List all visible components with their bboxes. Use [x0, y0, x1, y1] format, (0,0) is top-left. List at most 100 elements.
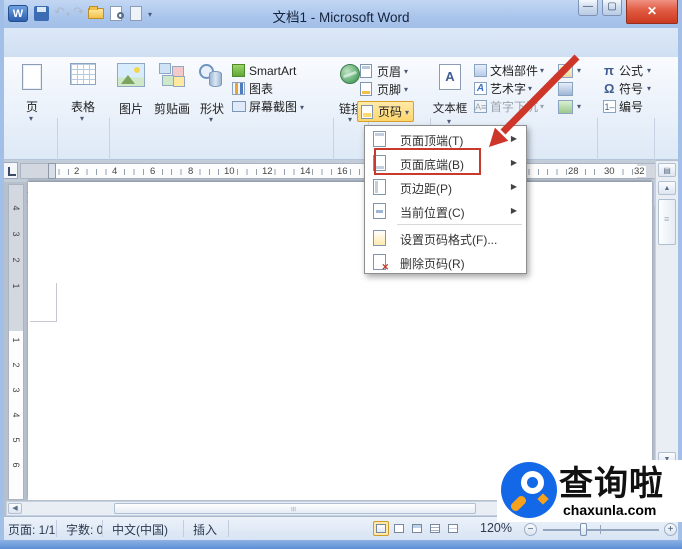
table-button[interactable]: 表格 ▾	[60, 62, 106, 123]
chart-button[interactable]: 图表	[232, 81, 332, 97]
ruler-margin-left	[21, 164, 48, 178]
shapes-button[interactable]: 形状 ▾	[194, 62, 230, 124]
scrollbar-thumb[interactable]	[114, 503, 476, 514]
qat-customize-dropdown-icon[interactable]: ▾	[148, 11, 152, 19]
menu-item-remove-page-numbers[interactable]: 删除页码(R)	[366, 250, 525, 274]
pi-icon: π	[604, 63, 614, 78]
undo-dropdown-icon[interactable]: ▾	[66, 11, 70, 19]
menu-item-page-margins[interactable]: 页边距(P) ▶	[366, 175, 525, 199]
menu-item-current-position[interactable]: 当前位置(C) ▶	[366, 199, 525, 223]
current-position-icon	[373, 203, 386, 219]
status-word-count[interactable]: 字数: 0	[66, 521, 103, 538]
zoom-in-button[interactable]: +	[664, 523, 677, 536]
footer-label: 页脚	[377, 83, 402, 97]
open-button[interactable]	[88, 6, 104, 19]
outline-view-button[interactable]	[427, 521, 443, 536]
chevron-down-icon: ▾	[348, 115, 353, 124]
ruler-number: 16	[336, 166, 349, 177]
ribbon-tab-row: 文件 开始 插入 页面布局 引用 邮件 审阅 视图 开发工具 加载项 ^ ?	[0, 28, 682, 85]
status-page-count[interactable]: 页面: 1/1	[8, 521, 55, 538]
status-language[interactable]: 中文(中国)	[112, 521, 168, 538]
textbox-icon: A	[439, 64, 461, 90]
scrollbar-thumb[interactable]	[658, 199, 676, 245]
zoom-slider-thumb[interactable]	[580, 523, 587, 536]
ruler-number: 10	[223, 166, 236, 177]
header-label: 页眉	[377, 65, 402, 79]
menu-item-label: 页边距(P)	[400, 182, 452, 196]
horizontal-ruler[interactable]: 2 4 6 8 10 12 14 16 28 30 32 34	[20, 163, 668, 179]
status-insert-mode[interactable]: 插入	[193, 521, 217, 538]
zoom-out-button[interactable]: −	[524, 523, 537, 536]
menu-item-format-page-numbers[interactable]: 设置页码格式(F)...	[366, 226, 525, 250]
redo-button[interactable]: ↷	[73, 4, 84, 20]
close-button[interactable]: ✕	[626, 0, 678, 24]
status-separator	[102, 520, 103, 537]
ruler-number: 5	[11, 437, 21, 443]
maximize-button[interactable]: ▢	[602, 0, 622, 16]
footer-icon	[360, 82, 372, 96]
tab-stop-selector[interactable]	[3, 162, 18, 179]
cylinder-shape-icon	[209, 71, 222, 87]
header-button[interactable]: 页眉 ▾	[358, 64, 414, 80]
word-logo-icon[interactable]: W	[8, 5, 28, 22]
omega-icon: Ω	[604, 81, 615, 96]
object-button[interactable]: ▾	[558, 99, 588, 115]
print-layout-view-button[interactable]	[373, 521, 389, 536]
chevron-down-icon: ▾	[577, 102, 582, 111]
numbering-icon: 1–	[603, 100, 616, 113]
zoom-slider-track[interactable]	[543, 529, 659, 531]
fullscreen-reading-icon	[394, 524, 404, 533]
ruler-number: 2	[73, 166, 81, 177]
ruler-number: 28	[567, 166, 580, 177]
date-time-button[interactable]	[558, 81, 588, 97]
numbering-label: 编号	[619, 100, 644, 114]
textbox-button[interactable]: A 文本框 ▾	[432, 62, 468, 126]
chevron-down-icon: ▾	[540, 66, 545, 75]
picture-button[interactable]: 图片	[112, 62, 150, 120]
zoom-level[interactable]: 120%	[480, 521, 512, 535]
undo-button[interactable]: ↶	[54, 4, 65, 20]
page-number-label: 页码	[378, 105, 403, 119]
header-icon	[360, 64, 372, 78]
save-button[interactable]	[34, 6, 49, 21]
footer-button[interactable]: 页脚 ▾	[358, 82, 414, 98]
web-layout-view-button[interactable]	[409, 521, 425, 536]
watermark-brand: 查询啦	[559, 464, 664, 504]
quick-parts-label: 文档部件	[490, 64, 539, 78]
wordart-button[interactable]: A 艺术字 ▾	[474, 81, 554, 97]
chevron-down-icon: ▾	[577, 66, 582, 75]
page-number-button[interactable]: 页码 ▾	[357, 101, 414, 122]
scroll-left-button[interactable]: ◀	[8, 503, 22, 514]
draft-view-button[interactable]	[445, 521, 461, 536]
globe-link-icon	[340, 64, 360, 84]
vertical-ruler[interactable]: 4 3 2 1 1 2 3 4 5 6	[8, 184, 24, 500]
quick-print-button[interactable]	[130, 6, 142, 21]
signature-line-button[interactable]: ▾	[558, 63, 588, 79]
status-separator	[183, 520, 184, 537]
smartart-label: SmartArt	[249, 64, 297, 78]
chevron-down-icon: ▾	[528, 84, 533, 93]
menu-item-label: 设置页码格式(F)...	[400, 233, 498, 247]
screenshot-button[interactable]: 屏幕截图 ▾	[232, 99, 332, 115]
ruler-toggle-button[interactable]: ▤	[658, 163, 676, 177]
table-button-label: 表格	[70, 100, 95, 114]
object-icon	[558, 100, 573, 114]
fullscreen-reading-view-button[interactable]	[391, 521, 407, 536]
symbol-label: 符号	[619, 82, 644, 96]
quick-parts-button[interactable]: 文档部件 ▾	[474, 63, 554, 79]
clipart-button[interactable]: 剪贴画	[152, 62, 192, 120]
pages-button[interactable]: 页 ▾	[10, 62, 54, 123]
annotation-highlight-rectangle	[374, 148, 481, 175]
symbol-button[interactable]: Ω 符号 ▾	[602, 81, 654, 97]
scroll-up-button[interactable]: ▲	[658, 181, 676, 195]
chevron-down-icon: ▾	[300, 103, 305, 112]
ruler-number: 4	[11, 205, 21, 211]
ruler-number: 4	[111, 166, 119, 177]
equation-button[interactable]: π 公式 ▾	[602, 63, 654, 79]
minimize-button[interactable]: —	[578, 0, 598, 16]
smartart-button[interactable]: SmartArt	[232, 63, 332, 79]
document-page[interactable]	[28, 182, 652, 500]
clipart-icon	[159, 63, 185, 87]
numbering-button[interactable]: 1– 编号	[602, 99, 654, 115]
indent-marker[interactable]	[48, 163, 56, 179]
